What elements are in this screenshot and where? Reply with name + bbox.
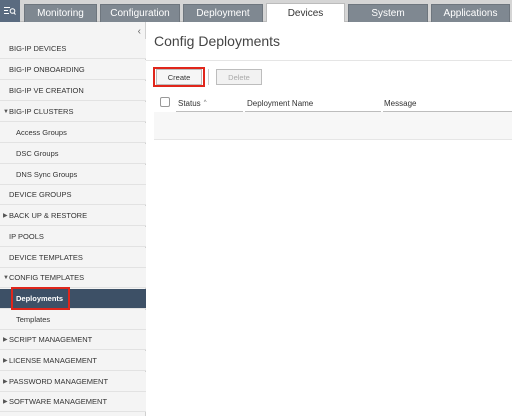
main-panel: Config Deployments Create Delete Status … [146,22,512,416]
sidebar-item-license-management[interactable]: ▶ LICENSE MANAGEMENT [0,351,146,371]
sidebar-item-dsc-groups[interactable]: DSC Groups [0,144,146,164]
sidebar-item-bigip-clusters[interactable]: ▼ BIG-IP CLUSTERS [0,102,146,122]
sidebar-item-device-templates[interactable]: DEVICE TEMPLATES [0,248,146,268]
caret-right-icon: ▶ [3,379,8,385]
caret-right-icon: ▶ [3,337,8,343]
sort-ascending-icon: ^ [203,100,207,106]
sidebar-item-label: Templates [16,315,51,324]
grid-body-empty [154,112,512,140]
delete-button[interactable]: Delete [216,69,262,85]
sidebar-item-label: Access Groups [16,128,67,137]
sidebar-item-script-management[interactable]: ▶ SCRIPT MANAGEMENT [0,330,146,350]
sidebar-item-dns-sync-groups[interactable]: DNS Sync Groups [0,165,146,185]
highlight-box [153,67,205,87]
sidebar-item-access-groups[interactable]: Access Groups [0,123,146,143]
tab-devices[interactable]: Devices [266,3,345,23]
sidebar-item-label: DEVICE GROUPS [9,190,72,199]
list-search-icon[interactable] [0,0,20,22]
top-navigation: Monitoring Configuration Deployment Devi… [0,0,512,23]
tab-monitoring[interactable]: Monitoring [24,4,97,22]
grid-header: Status ^ Deployment Name Message [154,94,512,112]
sidebar-item-label: CONFIG TEMPLATES [9,273,85,282]
sidebar-item-label: SCRIPT MANAGEMENT [9,335,93,344]
page-title: Config Deployments [154,33,281,49]
sidebar-item-label: DEVICE TEMPLATES [9,253,83,262]
sidebar-item-config-templates[interactable]: ▼ CONFIG TEMPLATES [0,268,146,288]
sidebar-item-label: SOFTWARE MANAGEMENT [9,397,108,406]
caret-right-icon: ▶ [3,213,8,219]
sidebar-item-backup-restore[interactable]: ▶ BACK UP & RESTORE [0,206,146,226]
caret-right-icon: ▶ [3,399,8,405]
sidebar-item-label: PASSWORD MANAGEMENT [9,377,109,386]
column-header-message[interactable]: Message [384,94,512,112]
sidebar-item-bigip-devices[interactable]: BIG-IP DEVICES [0,39,146,59]
sidebar-item-label: DNS Sync Groups [16,170,78,179]
sidebar-item-ip-pools[interactable]: IP POOLS [0,227,146,247]
sidebar-item-label: BIG-IP VE CREATION [9,86,84,95]
column-label: Status [178,98,201,108]
tab-configuration[interactable]: Configuration [100,4,180,22]
sidebar-item-password-management[interactable]: ▶ PASSWORD MANAGEMENT [0,372,146,392]
sidebar-item-device-groups[interactable]: DEVICE GROUPS [0,185,146,205]
sidebar: ‹ BIG-IP DEVICES BIG-IP ONBOARDING BIG-I… [0,22,146,416]
sidebar-item-label: BACK UP & RESTORE [9,211,88,220]
column-header-status[interactable]: Status ^ [178,94,243,112]
highlight-box [11,287,70,310]
button-divider [208,69,209,85]
sidebar-item-label: DSC Groups [16,149,59,158]
chevron-left-icon[interactable]: ‹ [138,26,141,37]
tab-deployment[interactable]: Deployment [183,4,263,22]
sidebar-item-label: BIG-IP DEVICES [9,44,67,53]
select-all-checkbox[interactable] [160,97,170,107]
sidebar-item-label: IP POOLS [9,232,44,241]
column-header-deployment-name[interactable]: Deployment Name [247,94,382,112]
divider [146,60,512,61]
sidebar-item-bigip-onboarding[interactable]: BIG-IP ONBOARDING [0,60,146,80]
sidebar-item-bigip-ve-creation[interactable]: BIG-IP VE CREATION [0,81,146,101]
sidebar-item-software-management[interactable]: ▶ SOFTWARE MANAGEMENT [0,392,146,412]
sidebar-item-label: BIG-IP CLUSTERS [9,107,74,116]
sidebar-item-label: LICENSE MANAGEMENT [9,356,97,365]
caret-right-icon: ▶ [3,358,8,364]
sidebar-item-templates[interactable]: Templates [0,310,146,330]
tab-system[interactable]: System [348,4,428,22]
tab-applications[interactable]: Applications [431,4,510,22]
sidebar-item-label: BIG-IP ONBOARDING [9,65,85,74]
